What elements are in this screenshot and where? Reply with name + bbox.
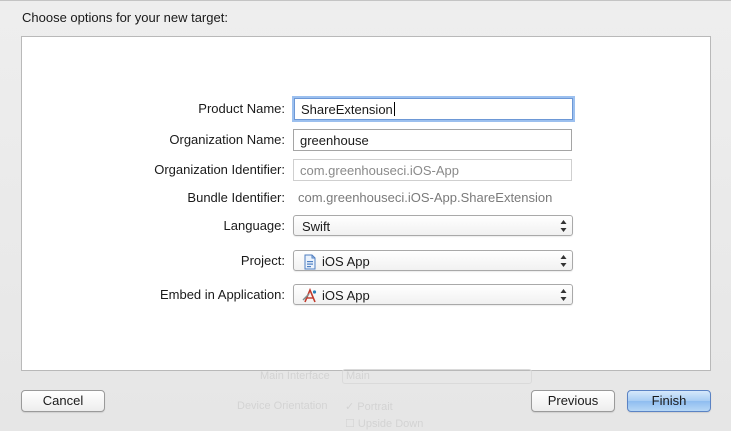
project-label: Project: — [240, 253, 285, 268]
background-upside-down-checkbox: ☐ Upside Down — [345, 418, 424, 430]
project-row: Project: iOS App — [22, 249, 710, 273]
language-popup[interactable]: Swift — [293, 215, 573, 236]
product-name-row: Product Name: ShareExtension — [22, 97, 710, 121]
language-row: Language: Swift — [22, 214, 710, 238]
previous-button[interactable]: Previous — [531, 390, 615, 412]
bundle-identifier-label: Bundle Identifier: — [187, 190, 285, 205]
language-value: Swift — [302, 219, 331, 235]
product-name-field[interactable]: ShareExtension — [294, 98, 573, 120]
app-target-icon — [302, 287, 317, 302]
embed-row: Embed in Application: iOS App — [22, 283, 710, 307]
embed-label: Embed in Application: — [159, 287, 285, 302]
up-down-arrows-icon — [560, 220, 567, 232]
organization-name-row: Organization Name: greenhouse — [22, 128, 710, 152]
organization-identifier-row: Organization Identifier: com.greenhousec… — [22, 158, 710, 182]
cancel-button[interactable]: Cancel — [21, 390, 105, 412]
language-label: Language: — [223, 218, 285, 233]
organization-identifier-placeholder: com.greenhouseci.iOS-App — [300, 163, 459, 178]
project-value: iOS App — [322, 254, 370, 270]
new-target-sheet: Choose options for your new target: Prod… — [0, 0, 731, 431]
xcode-project-icon — [304, 254, 316, 270]
bundle-identifier-row: Bundle Identifier: com.greenhouseci.iOS-… — [22, 186, 710, 210]
organization-name-label: Organization Name: — [169, 132, 285, 147]
embed-value: iOS App — [322, 288, 370, 304]
text-caret — [393, 102, 395, 116]
dialog-title: Choose options for your new target: — [22, 10, 228, 25]
up-down-arrows-icon — [560, 255, 567, 267]
background-main-interface-value: Main — [346, 370, 370, 382]
background-portrait-checkbox: ✓ Portrait — [345, 401, 393, 413]
organization-name-value: greenhouse — [300, 133, 369, 148]
project-popup[interactable]: iOS App — [293, 250, 573, 271]
background-device-orientation-label: Device Orientation — [237, 400, 328, 412]
organization-name-field[interactable]: greenhouse — [293, 129, 572, 151]
product-name-label: Product Name: — [198, 101, 285, 116]
organization-identifier-label: Organization Identifier: — [154, 162, 285, 177]
background-upside-down-label: Upside Down — [357, 418, 424, 430]
background-main-interface-popup: Main — [342, 369, 532, 384]
options-panel: Product Name: ShareExtension Organizatio… — [21, 36, 711, 371]
up-down-arrows-icon — [560, 289, 567, 301]
embed-popup[interactable]: iOS App — [293, 284, 573, 305]
bundle-identifier-value: com.greenhouseci.iOS-App.ShareExtension — [298, 190, 553, 205]
finish-button[interactable]: Finish — [627, 390, 711, 412]
product-name-value: ShareExtension — [301, 102, 393, 117]
organization-identifier-field[interactable]: com.greenhouseci.iOS-App — [293, 159, 572, 181]
background-portrait-label: Portrait — [357, 401, 393, 413]
background-main-interface-label: Main Interface — [260, 370, 330, 382]
